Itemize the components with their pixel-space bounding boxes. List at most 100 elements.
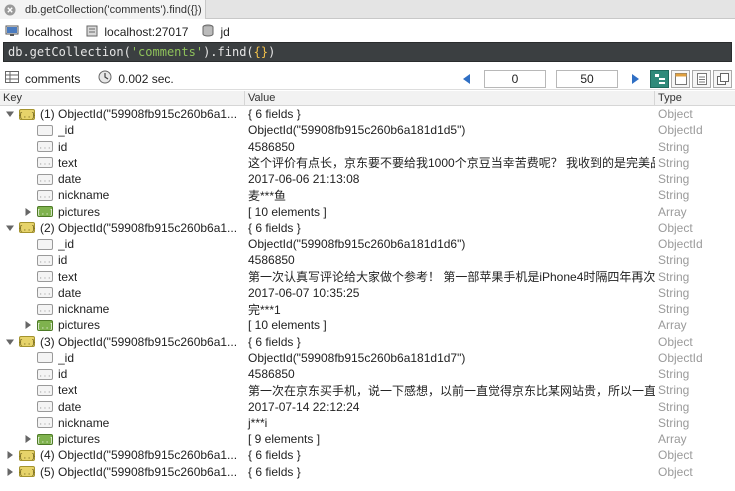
row-key-cell: "..." id bbox=[0, 253, 245, 267]
table-view-button[interactable] bbox=[671, 70, 690, 88]
computer-icon bbox=[5, 25, 19, 40]
collapsed-triangle-icon[interactable] bbox=[4, 466, 16, 478]
tree-row[interactable]: "..." id 4586850 String bbox=[0, 252, 735, 268]
tree-row[interactable]: _id ObjectId("59908fb915c260b6a181d1d6") O… bbox=[0, 236, 735, 252]
tree-row[interactable]: "..." text 第一次认真写评论给大家做个参考！ 第一部苹果手机是iPhone… bbox=[0, 269, 735, 285]
row-key-cell: "..." nickname bbox=[0, 416, 245, 430]
collapsed-triangle-icon[interactable] bbox=[22, 319, 34, 331]
tree-row[interactable]: "..." date 2017-07-14 22:12:24 String bbox=[0, 399, 735, 415]
database-icon bbox=[202, 24, 214, 40]
string-icon: "..." bbox=[37, 157, 58, 169]
tree-row[interactable]: _id ObjectId("59908fb915c260b6a181d1d5") O… bbox=[0, 122, 735, 138]
next-page-icon[interactable] bbox=[628, 72, 642, 86]
row-type: String bbox=[658, 415, 690, 430]
host-item: localhost bbox=[5, 25, 72, 40]
tree-row[interactable]: "..." date 2017-06-07 10:35:25 String bbox=[0, 285, 735, 301]
row-type: Object bbox=[658, 448, 693, 463]
tree-row[interactable]: [..] pictures [ 10 elements ] Array bbox=[0, 204, 735, 220]
popout-button[interactable] bbox=[713, 70, 732, 88]
svg-text:"...": "..." bbox=[37, 403, 53, 411]
tree-row[interactable]: {..} (1) ObjectId("59908fb915c260b6a1...{… bbox=[0, 106, 735, 122]
expanded-triangle-icon[interactable] bbox=[4, 336, 16, 348]
tree-row[interactable]: "..." id 4586850 String bbox=[0, 366, 735, 382]
collapsed-triangle-icon[interactable] bbox=[22, 433, 34, 445]
result-toolbar: comments 0.002 sec. bbox=[0, 68, 735, 90]
row-key-cell: "..." text bbox=[0, 156, 245, 170]
collapsed-triangle-icon[interactable] bbox=[22, 206, 34, 218]
column-type[interactable]: Type bbox=[655, 91, 735, 105]
row-key-cell: [..] pictures bbox=[0, 205, 245, 219]
expanded-triangle-icon[interactable] bbox=[4, 222, 16, 234]
svg-text:[..]: [..] bbox=[37, 208, 53, 216]
limit-input[interactable] bbox=[556, 70, 618, 88]
tree-view-button[interactable] bbox=[650, 70, 669, 88]
table-icon bbox=[5, 71, 19, 86]
svg-text:"...": "..." bbox=[37, 191, 53, 199]
query-editor[interactable]: db.getCollection('comments').find({}) bbox=[3, 42, 732, 62]
expanded-triangle-icon[interactable] bbox=[4, 108, 16, 120]
row-key: pictures bbox=[58, 204, 101, 219]
row-key-cell: _id bbox=[0, 237, 245, 251]
column-key[interactable]: Key bbox=[0, 91, 245, 105]
row-value: 麦***鱼 bbox=[248, 188, 287, 203]
object-icon: {..} bbox=[19, 466, 40, 478]
close-icon[interactable] bbox=[3, 3, 17, 17]
row-key: (3) ObjectId("59908fb915c260b6a1... bbox=[40, 334, 238, 349]
svg-text:[..]: [..] bbox=[37, 322, 53, 330]
column-value[interactable]: Value bbox=[245, 91, 655, 105]
string-icon: "..." bbox=[37, 141, 58, 153]
svg-text:"...": "..." bbox=[37, 289, 53, 297]
collapsed-triangle-icon[interactable] bbox=[4, 449, 16, 461]
tree-row[interactable]: {..} (3) ObjectId("59908fb915c260b6a1...{… bbox=[0, 334, 735, 350]
row-value: 2017-06-06 21:13:08 bbox=[248, 172, 360, 187]
pager bbox=[460, 68, 735, 90]
tree-row[interactable]: [..] pictures [ 10 elements ] Array bbox=[0, 317, 735, 333]
tree-row[interactable]: "..." id 4586850 String bbox=[0, 139, 735, 155]
svg-text:[..]: [..] bbox=[37, 436, 53, 444]
tree-row[interactable]: "..." nickname j***i String bbox=[0, 415, 735, 431]
text-view-button[interactable] bbox=[692, 70, 711, 88]
table-view-icon bbox=[674, 73, 687, 85]
row-key-cell: {..} (3) ObjectId("59908fb915c260b6a1... bbox=[0, 335, 245, 349]
tree-row[interactable]: {..} (2) ObjectId("59908fb915c260b6a1...{… bbox=[0, 220, 735, 236]
row-key-cell: _id bbox=[0, 351, 245, 365]
query-tab[interactable]: db.getCollection('comments').find({}) bbox=[0, 0, 206, 19]
tree-row[interactable]: {..} (4) ObjectId("59908fb915c260b6a1...{… bbox=[0, 447, 735, 463]
row-key: text bbox=[58, 269, 78, 284]
row-type: ObjectId bbox=[658, 350, 703, 365]
row-type: ObjectId bbox=[658, 237, 703, 252]
svg-text:"...": "..." bbox=[37, 370, 53, 378]
svg-text:"...": "..." bbox=[37, 386, 53, 394]
tree-row[interactable]: "..." text 这个评价有点长，京东要不要给我1000个京豆当幸苦费呢？ 我收… bbox=[0, 155, 735, 171]
row-value: ObjectId("59908fb915c260b6a181d1d5") bbox=[248, 123, 466, 138]
string-icon: "..." bbox=[37, 271, 58, 283]
tree-row[interactable]: _id ObjectId("59908fb915c260b6a181d1d7") O… bbox=[0, 350, 735, 366]
database-label: jd bbox=[220, 25, 230, 39]
row-key: text bbox=[58, 155, 78, 170]
row-key-cell: [..] pictures bbox=[0, 432, 245, 446]
tree-row[interactable]: "..." text 第一次在京东买手机，说一下感想，以前一直觉得京东比某网站贵，所… bbox=[0, 382, 735, 398]
objectid-icon bbox=[37, 238, 58, 250]
tree-row[interactable]: "..." date 2017-06-06 21:13:08 String bbox=[0, 171, 735, 187]
skip-input[interactable] bbox=[484, 70, 546, 88]
server-item: localhost:27017 bbox=[86, 25, 188, 40]
tree-row[interactable]: {..} (5) ObjectId("59908fb915c260b6a1...{… bbox=[0, 464, 735, 480]
tree-row[interactable]: [..] pictures [ 9 elements ] Array bbox=[0, 431, 735, 447]
svg-text:{..}: {..} bbox=[19, 338, 35, 346]
row-type: Array bbox=[658, 204, 687, 219]
previous-page-icon[interactable] bbox=[460, 72, 474, 86]
row-type: String bbox=[658, 139, 690, 154]
row-value: 第一次在京东买手机，说一下感想，以前一直觉得京东比某网站贵，所以一直... bbox=[248, 383, 655, 398]
svg-text:"...": "..." bbox=[37, 256, 53, 264]
tree-row[interactable]: "..." nickname 完***1 String bbox=[0, 301, 735, 317]
row-key: (2) ObjectId("59908fb915c260b6a1... bbox=[40, 220, 238, 235]
row-key-cell: "..." text bbox=[0, 270, 245, 284]
svg-text:"...": "..." bbox=[37, 175, 53, 183]
tree-row[interactable]: "..." nickname 麦***鱼 String bbox=[0, 187, 735, 203]
collection-indicator: comments bbox=[5, 71, 80, 86]
